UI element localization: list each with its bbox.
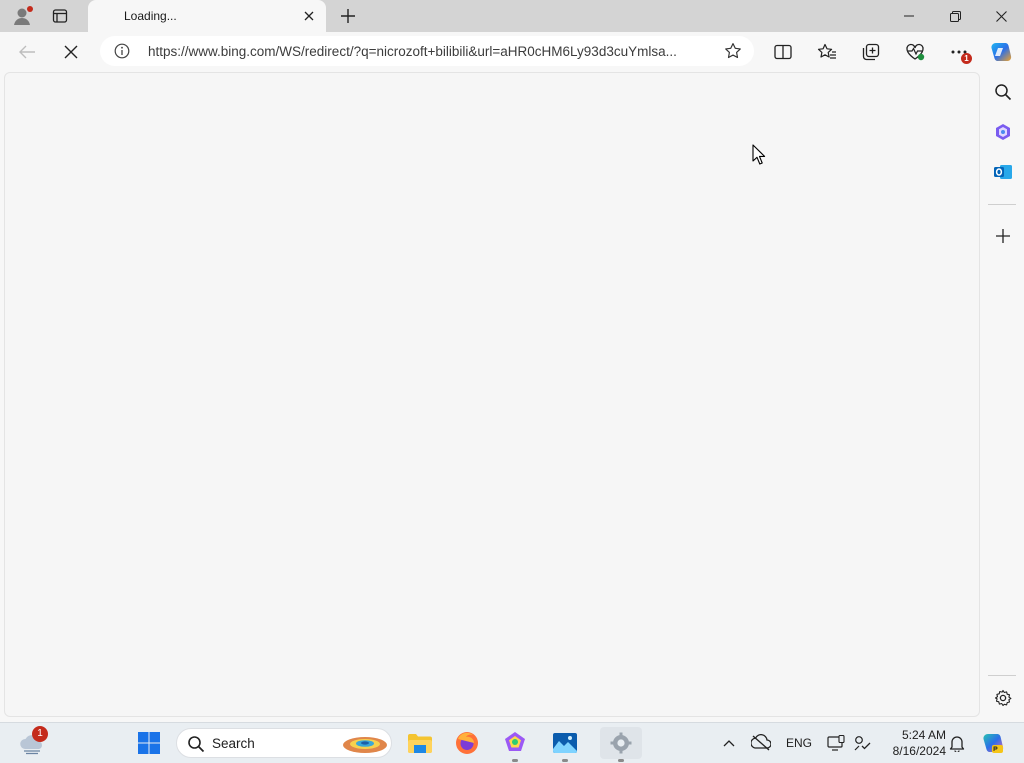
copilot-icon xyxy=(983,734,1004,753)
monitor-icon xyxy=(827,735,845,751)
start-button[interactable] xyxy=(134,727,164,759)
taskbar-file-explorer[interactable] xyxy=(401,727,439,759)
taskbar-clock[interactable]: 5:24 AM 8/16/2024 xyxy=(876,727,946,759)
network-offline-icon xyxy=(751,734,771,751)
page-content[interactable] xyxy=(4,72,980,717)
minimize-button[interactable] xyxy=(886,0,932,32)
collections-icon xyxy=(862,43,880,61)
search-icon xyxy=(995,84,1012,101)
close-icon xyxy=(995,10,1007,22)
new-tab-button[interactable] xyxy=(334,4,362,28)
gear-icon xyxy=(994,689,1012,707)
profile-button[interactable] xyxy=(8,4,36,28)
search-icon xyxy=(188,736,205,753)
accessibility-button[interactable] xyxy=(850,727,874,759)
tab-actions-icon xyxy=(52,9,68,23)
sidebar-separator xyxy=(988,204,1016,205)
folder-icon xyxy=(408,734,432,753)
device-button[interactable] xyxy=(824,727,848,759)
tab-actions-button[interactable] xyxy=(46,4,74,28)
running-indicator xyxy=(512,759,518,762)
notifications-button[interactable] xyxy=(946,727,968,759)
stop-loading-button[interactable] xyxy=(56,37,86,67)
input-language[interactable]: ENG xyxy=(782,727,816,759)
copilot-icon xyxy=(991,43,1012,61)
star-icon[interactable] xyxy=(724,42,742,60)
split-screen-icon xyxy=(774,44,792,60)
sidebar-copilot-app-button[interactable] xyxy=(988,117,1018,147)
mouse-cursor-icon xyxy=(752,144,766,165)
title-bar: Loading... xyxy=(0,0,1024,32)
taskbar-photos[interactable] xyxy=(546,727,584,762)
network-button[interactable] xyxy=(748,727,774,759)
plus-icon xyxy=(341,9,355,23)
back-button[interactable] xyxy=(12,37,42,67)
windows-logo-icon xyxy=(138,732,160,754)
tab-active[interactable]: Loading... xyxy=(88,0,326,32)
running-indicator xyxy=(618,759,624,762)
sidebar-separator xyxy=(988,675,1016,676)
sidebar-add-button[interactable] xyxy=(988,221,1018,251)
close-icon xyxy=(304,11,314,21)
photos-icon xyxy=(553,733,577,753)
taskbar: 1 Search ENG 5:24 AM 8/16/2024 xyxy=(0,722,1024,763)
taskbar-app[interactable] xyxy=(496,727,534,762)
weather-badge: 1 xyxy=(32,726,48,742)
sidebar-settings-button[interactable] xyxy=(988,683,1018,713)
bell-icon xyxy=(949,736,965,752)
firefox-icon xyxy=(456,732,478,754)
split-screen-button[interactable] xyxy=(768,38,798,66)
taskbar-copilot-button[interactable] xyxy=(978,727,1008,759)
display-settings-icon xyxy=(854,736,871,751)
taskbar-settings[interactable] xyxy=(600,727,642,762)
address-bar[interactable]: https://www.bing.com/WS/redirect/?q=nicr… xyxy=(100,36,754,66)
performance-button[interactable] xyxy=(900,38,930,66)
edge-sidebar xyxy=(982,72,1024,717)
weather-widget[interactable]: 1 xyxy=(14,726,50,759)
navigation-bar: https://www.bing.com/WS/redirect/?q=nicr… xyxy=(0,32,1024,72)
chevron-up-icon xyxy=(723,740,735,747)
stop-loading-icon xyxy=(64,45,78,59)
restore-icon xyxy=(949,10,961,22)
search-label: Search xyxy=(212,736,255,751)
search-highlight-icon xyxy=(343,737,387,753)
info-icon[interactable] xyxy=(114,43,130,59)
tab-title: Loading... xyxy=(124,9,177,23)
toolbar-badge: 1 xyxy=(961,53,972,64)
heart-pulse-icon xyxy=(906,43,925,61)
notification-dot xyxy=(27,6,33,12)
app-icon xyxy=(505,732,525,751)
running-indicator xyxy=(562,759,568,762)
copilot-button[interactable] xyxy=(986,38,1016,66)
back-arrow-icon xyxy=(19,45,35,59)
minimize-icon xyxy=(904,15,914,17)
restore-button[interactable] xyxy=(932,0,978,32)
copilot-app-icon xyxy=(996,124,1010,140)
gear-icon xyxy=(610,732,632,754)
close-window-button[interactable] xyxy=(978,0,1024,32)
favorites-icon xyxy=(817,43,836,59)
sidebar-outlook-button[interactable] xyxy=(988,157,1018,187)
collections-button[interactable] xyxy=(856,38,886,66)
address-url[interactable]: https://www.bing.com/WS/redirect/?q=nicr… xyxy=(148,44,708,59)
settings-and-more-button[interactable]: 1 xyxy=(944,38,974,66)
close-tab-button[interactable] xyxy=(298,5,320,27)
favorites-button[interactable] xyxy=(812,38,842,66)
clock-date: 8/16/2024 xyxy=(892,744,946,758)
taskbar-firefox[interactable] xyxy=(448,727,486,759)
outlook-icon xyxy=(994,165,1012,179)
sidebar-search-button[interactable] xyxy=(988,77,1018,107)
clock-time: 5:24 AM xyxy=(901,728,946,742)
taskbar-search[interactable]: Search xyxy=(176,728,392,758)
plus-icon xyxy=(996,229,1010,243)
show-hidden-icons-button[interactable] xyxy=(718,727,740,759)
